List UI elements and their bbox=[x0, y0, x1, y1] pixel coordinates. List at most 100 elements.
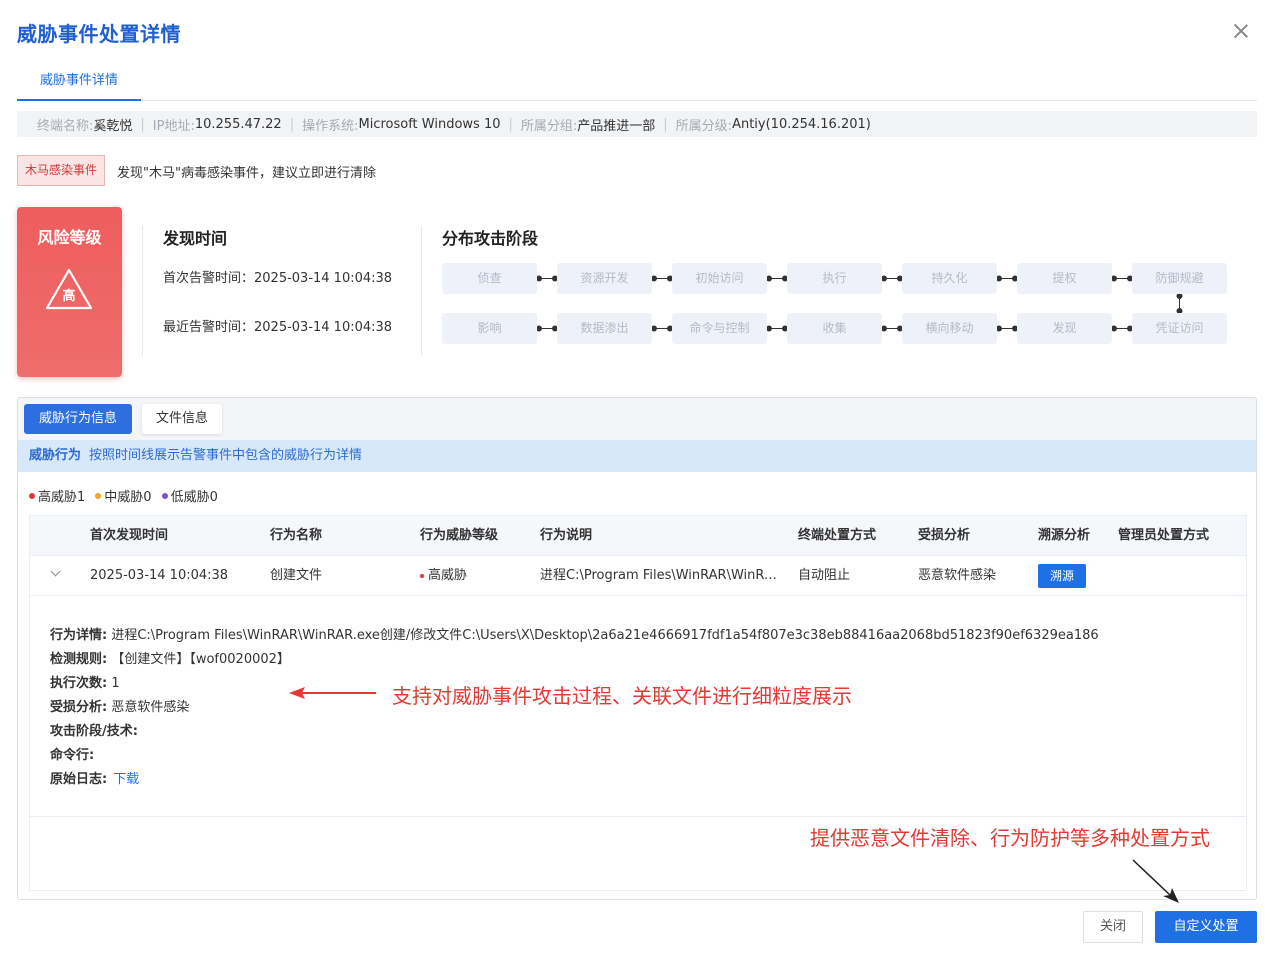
table-row[interactable]: 2025-03-14 10:04:38 创建文件 高威胁 进程C:\Progra… bbox=[30, 556, 1246, 596]
stage-privilege-escalation: 提权 bbox=[1017, 263, 1112, 294]
detail-damage-label: 受损分析: bbox=[50, 700, 108, 715]
close-button[interactable]: 关闭 bbox=[1083, 911, 1143, 943]
legend-medium-label: 中威胁0 bbox=[104, 490, 152, 505]
os-value: Microsoft Windows 10 bbox=[358, 116, 501, 132]
stage-initial-access: 初始访问 bbox=[672, 263, 767, 294]
risk-level-value: 高 bbox=[62, 289, 76, 304]
col-admin-action: 管理员处置方式 bbox=[1118, 528, 1210, 543]
terminal-info-bar: 终端名称: 奚乾悦 | IP地址: 10.255.47.22 | 操作系统: M… bbox=[17, 111, 1257, 137]
detail-damage-value: 恶意软件感染 bbox=[111, 700, 190, 715]
col-first-time: 首次发现时间 bbox=[90, 528, 169, 543]
high-dot-icon bbox=[29, 492, 35, 499]
tab-file-info[interactable]: 文件信息 bbox=[142, 404, 222, 434]
low-dot-icon bbox=[161, 492, 168, 499]
stage-lateral-movement: 横向移动 bbox=[902, 313, 997, 344]
level-label: 所属分级: bbox=[675, 118, 733, 134]
divider: | bbox=[289, 116, 295, 132]
stage-discovery: 发现 bbox=[1017, 313, 1112, 344]
row-behavior-name: 创建文件 bbox=[270, 568, 323, 583]
first-alert-time: 首次告警时间：2025-03-14 10:04:38 bbox=[163, 271, 393, 286]
col-terminal-action: 终端处置方式 bbox=[798, 528, 877, 543]
annotation-disposal-methods: 提供恶意文件清除、行为防护等多种处置方式 bbox=[810, 826, 1210, 850]
stage-impact: 影响 bbox=[442, 313, 537, 344]
stage-persistence: 持久化 bbox=[902, 263, 997, 294]
divider: | bbox=[663, 116, 668, 132]
divider bbox=[142, 226, 143, 356]
stage-resource-development: 资源开发 bbox=[557, 263, 652, 294]
risk-title: 风险等级 bbox=[37, 228, 102, 247]
detail-count: 执行次数: 1 bbox=[50, 672, 120, 691]
stage-reconnaissance: 侦查 bbox=[442, 263, 537, 294]
detail-log-label: 原始日志: bbox=[50, 772, 108, 787]
terminal-name-value: 奚乾悦 bbox=[93, 118, 133, 134]
legend-low-label: 低威胁0 bbox=[170, 490, 218, 505]
col-damage-analysis: 受损分析 bbox=[918, 528, 971, 543]
notice-title: 威胁行为 bbox=[29, 448, 82, 463]
detail-cmd: 命令行: bbox=[50, 744, 94, 763]
legend-medium: 中威胁0 bbox=[95, 486, 152, 505]
detail-rule-value: 【创建文件】【wof0020002】 bbox=[111, 652, 290, 667]
detail-cmd-label: 命令行: bbox=[50, 748, 95, 763]
terminal-name-label: 终端名称: bbox=[37, 118, 94, 134]
group-value: 产品推进一部 bbox=[577, 118, 656, 134]
detail-behavior: 行为详情: 进程C:\Program Files\WinRAR\WinRAR.e… bbox=[50, 624, 1099, 643]
ip-label: IP地址: bbox=[152, 118, 195, 134]
detail-stage: 攻击阶段/技术: bbox=[50, 720, 138, 739]
detail-count-label: 执行次数: bbox=[50, 676, 108, 691]
divider: | bbox=[140, 116, 145, 132]
last-alert-time: 最近告警时间：2025-03-14 10:04:38 bbox=[163, 320, 393, 335]
row-terminal-action: 自动阻止 bbox=[798, 568, 851, 583]
os-label: 操作系统: bbox=[302, 118, 359, 134]
ip-value: 10.255.47.22 bbox=[194, 116, 282, 132]
trace-button[interactable]: 溯源 bbox=[1038, 564, 1086, 588]
table-header: 首次发现时间 行为名称 行为威胁等级 行为说明 终端处置方式 受损分析 溯源分析… bbox=[30, 516, 1246, 556]
tab-threat-event-detail[interactable]: 威胁事件详情 bbox=[17, 62, 141, 101]
attack-stage-flow: 侦查 资源开发 初始访问 执行 持久化 提权 防御规避 影响 数据渗出 命令与控… bbox=[442, 263, 1232, 348]
detail-rule-label: 检测规则: bbox=[50, 652, 108, 667]
download-link[interactable]: 下载 bbox=[113, 772, 139, 787]
row-damage: 恶意软件感染 bbox=[918, 568, 997, 583]
stage-execution: 执行 bbox=[787, 263, 882, 294]
behavior-notice: 威胁行为 按照时间线展示告警事件中包含的威胁行为详情 bbox=[18, 440, 1256, 472]
annotation-detail-display: 支持对威胁事件攻击过程、关联文件进行细粒度展示 bbox=[392, 684, 852, 708]
row-threat-level: 高威胁 bbox=[420, 556, 467, 596]
col-trace-analysis: 溯源分析 bbox=[1038, 528, 1091, 543]
col-description: 行为说明 bbox=[540, 528, 593, 543]
discovery-title: 发现时间 bbox=[163, 229, 228, 248]
level-value: Antiy(10.254.16.201) bbox=[732, 116, 871, 132]
row-time: 2025-03-14 10:04:38 bbox=[90, 568, 229, 583]
detail-rule: 检测规则: 【创建文件】【wof0020002】 bbox=[50, 648, 290, 667]
dialog-title: 威胁事件处置详情 bbox=[17, 22, 181, 46]
row-description-text: 进程C:\Program Files\WinRAR\WinRAR.exe创建/修… bbox=[540, 568, 778, 583]
event-type-badge: 木马感染事件 bbox=[17, 155, 105, 186]
row-description: 进程C:\Program Files\WinRAR\WinRAR.exe创建/修… bbox=[540, 556, 778, 596]
top-tab-bar: 威胁事件详情 bbox=[17, 62, 1257, 101]
event-description: 发现"木马"病毒感染事件，建议立即进行清除 bbox=[117, 166, 376, 181]
chevron-down-icon[interactable] bbox=[50, 568, 62, 580]
high-dot-icon bbox=[420, 573, 424, 578]
detail-log: 原始日志: 下载 bbox=[50, 768, 139, 787]
stage-credential-access: 凭证访问 bbox=[1132, 313, 1227, 344]
medium-dot-icon bbox=[95, 492, 102, 499]
notice-text: 按照时间线展示告警事件中包含的威胁行为详情 bbox=[89, 448, 363, 463]
legend-high-label: 高威胁1 bbox=[38, 490, 86, 505]
divider bbox=[421, 226, 422, 356]
legend-high: 高威胁1 bbox=[29, 486, 85, 505]
detail-count-value: 1 bbox=[111, 676, 120, 691]
attack-stage-title: 分布攻击阶段 bbox=[442, 229, 539, 248]
stage-defense-evasion: 防御规避 bbox=[1132, 263, 1227, 294]
group-label: 所属分组: bbox=[520, 118, 578, 134]
col-threat-level: 行为威胁等级 bbox=[420, 528, 499, 543]
custom-disposal-button[interactable]: 自定义处置 bbox=[1155, 911, 1257, 943]
stage-exfiltration: 数据渗出 bbox=[557, 313, 652, 344]
tab-threat-behavior[interactable]: 威胁行为信息 bbox=[24, 404, 132, 434]
legend-low: 低威胁0 bbox=[161, 486, 218, 505]
divider: | bbox=[508, 116, 513, 132]
threat-legend: 高威胁1 中威胁0 低威胁0 bbox=[29, 486, 218, 505]
row-threat-level-label: 高威胁 bbox=[428, 568, 468, 583]
stage-command-and-control: 命令与控制 bbox=[672, 313, 767, 344]
detail-behavior-label: 行为详情: bbox=[50, 628, 108, 643]
close-icon[interactable] bbox=[1230, 20, 1252, 42]
detail-stage-label: 攻击阶段/技术: bbox=[50, 724, 138, 739]
col-behavior-name: 行为名称 bbox=[270, 528, 323, 543]
